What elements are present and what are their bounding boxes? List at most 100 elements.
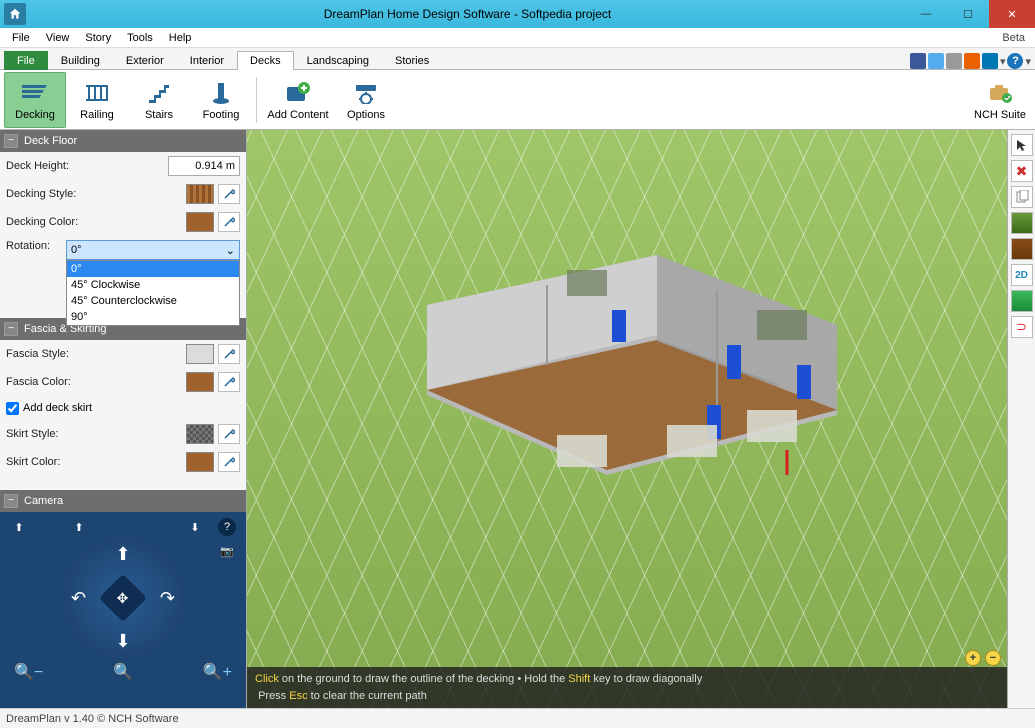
decking-color-label: Decking Color: <box>6 216 86 228</box>
tab-file[interactable]: File <box>4 51 48 70</box>
tab-building[interactable]: Building <box>48 51 113 70</box>
menu-tools[interactable]: Tools <box>119 30 161 46</box>
nav-down[interactable]: ⬇ <box>115 631 130 652</box>
add-content-icon <box>284 79 312 107</box>
fascia-style-picker[interactable] <box>218 344 240 364</box>
zoom-in-button[interactable]: 🔍+ <box>203 662 232 682</box>
help-icon[interactable]: ? <box>1007 53 1023 69</box>
twitter-icon[interactable] <box>928 53 944 69</box>
nav-rotate-right[interactable]: ↷ <box>160 588 175 609</box>
ribbon-add-content-label: Add Content <box>267 109 328 121</box>
fascia-color-picker[interactable] <box>218 372 240 392</box>
camera-title: Camera <box>24 495 63 507</box>
status-text: DreamPlan v 1.40 © NCH Software <box>6 713 179 725</box>
delete-tool[interactable]: ✖ <box>1011 160 1033 182</box>
section-deck-floor-header[interactable]: − Deck Floor <box>0 130 246 152</box>
ribbon-options[interactable]: Options <box>335 72 397 128</box>
rotation-option-45ccw[interactable]: 45° Counterclockwise <box>67 293 239 309</box>
rotation-option-45cw[interactable]: 45° Clockwise <box>67 277 239 293</box>
hint-esc: Esc <box>289 690 307 702</box>
nav-center[interactable]: ✥ <box>99 574 147 622</box>
ribbon-nch-suite-label: NCH Suite <box>974 109 1026 121</box>
collapse-icon[interactable]: − <box>4 134 18 148</box>
nav-rotate-left[interactable]: ↶ <box>71 588 86 609</box>
magnet-tool[interactable]: ⊃ <box>1011 316 1033 338</box>
fascia-style-swatch[interactable] <box>186 344 214 364</box>
decking-style-picker[interactable] <box>218 184 240 204</box>
right-toolbar: ✖ 2D ⊃ <box>1007 130 1035 708</box>
ribbon-decking[interactable]: Decking <box>4 72 66 128</box>
chevron-down-icon[interactable]: ▾ <box>1000 55 1006 68</box>
help-dropdown-icon[interactable]: ▾ <box>1025 55 1031 68</box>
ribbon-footing[interactable]: Footing <box>190 72 252 128</box>
zoom-out-button[interactable]: 🔍− <box>14 662 43 682</box>
copy-tool[interactable] <box>1011 186 1033 208</box>
screenshot-icon[interactable]: 📷 <box>218 542 236 560</box>
decking-color-swatch[interactable] <box>186 212 214 232</box>
rotation-label: Rotation: <box>6 240 62 252</box>
options-icon <box>352 79 380 107</box>
skirt-style-label: Skirt Style: <box>6 428 86 440</box>
ribbon-railing[interactable]: Railing <box>66 72 128 128</box>
skirt-style-picker[interactable] <box>218 424 240 444</box>
collapse-icon[interactable]: − <box>4 322 18 336</box>
menu-story[interactable]: Story <box>77 30 119 46</box>
tab-stories[interactable]: Stories <box>382 51 442 70</box>
fascia-style-label: Fascia Style: <box>6 348 86 360</box>
cam-up-mid-icon[interactable]: ⬆ <box>70 518 88 536</box>
rotation-option-0[interactable]: 0° <box>67 261 239 277</box>
rotation-option-90[interactable]: 90° <box>67 309 239 325</box>
rotation-dropdown[interactable]: 0°⌄ 0° 45° Clockwise 45° Counterclockwis… <box>66 240 240 260</box>
viewport-3d[interactable]: + − Click on the ground to draw the outl… <box>247 130 1007 708</box>
decking-style-swatch[interactable] <box>186 184 214 204</box>
share-icon[interactable] <box>946 53 962 69</box>
collapse-icon[interactable]: − <box>4 494 18 508</box>
deck-floor-title: Deck Floor <box>24 135 77 147</box>
zoom-reset-button[interactable]: 🔍 <box>113 662 133 682</box>
menu-help[interactable]: Help <box>161 30 200 46</box>
viewport-plus-icon[interactable]: + <box>965 650 981 666</box>
ribbon-decking-label: Decking <box>15 109 55 121</box>
stumble-icon[interactable] <box>964 53 980 69</box>
cursor-tool[interactable] <box>1011 134 1033 156</box>
cam-help-icon[interactable]: ? <box>218 518 236 536</box>
cam-up-left-icon[interactable]: ⬆ <box>10 518 28 536</box>
minimize-button[interactable]: — <box>905 0 947 28</box>
footing-icon <box>207 79 235 107</box>
section-camera-header[interactable]: − Camera <box>0 490 246 512</box>
tab-decks[interactable]: Decks <box>237 51 294 70</box>
tab-exterior[interactable]: Exterior <box>113 51 177 70</box>
deck-height-input[interactable] <box>168 156 240 176</box>
fascia-color-swatch[interactable] <box>186 372 214 392</box>
tab-landscaping[interactable]: Landscaping <box>294 51 382 70</box>
skirt-style-swatch[interactable] <box>186 424 214 444</box>
hint-click: Click <box>255 673 279 685</box>
title-bar: DreamPlan Home Design Software - Softped… <box>0 0 1035 28</box>
ribbon-add-content[interactable]: Add Content <box>261 72 335 128</box>
2d-tool[interactable]: 2D <box>1011 264 1033 286</box>
tab-interior[interactable]: Interior <box>177 51 237 70</box>
menu-file[interactable]: File <box>4 30 38 46</box>
linkedin-icon[interactable] <box>982 53 998 69</box>
app-icon <box>4 3 26 25</box>
viewport-minus-icon[interactable]: − <box>985 650 1001 666</box>
add-skirt-checkbox[interactable] <box>6 402 19 415</box>
close-button[interactable]: ✕ <box>989 0 1035 28</box>
hint-shift: Shift <box>568 673 590 685</box>
nav-up[interactable]: ⬆ <box>115 544 130 565</box>
menu-view[interactable]: View <box>38 30 78 46</box>
skirt-color-label: Skirt Color: <box>6 456 86 468</box>
terrain-tool[interactable] <box>1011 212 1033 234</box>
hint-bar: Click on the ground to draw the outline … <box>247 667 1007 708</box>
ribbon-nch-suite[interactable]: NCH Suite <box>969 72 1031 128</box>
cam-up-right-icon[interactable]: ⬇ <box>186 518 204 536</box>
skirt-color-picker[interactable] <box>218 452 240 472</box>
3d-tool[interactable] <box>1011 290 1033 312</box>
ribbon-stairs[interactable]: Stairs <box>128 72 190 128</box>
facebook-icon[interactable] <box>910 53 926 69</box>
ribbon-railing-label: Railing <box>80 109 114 121</box>
maximize-button[interactable]: ☐ <box>947 0 989 28</box>
decking-color-picker[interactable] <box>218 212 240 232</box>
roof-tool[interactable] <box>1011 238 1033 260</box>
skirt-color-swatch[interactable] <box>186 452 214 472</box>
